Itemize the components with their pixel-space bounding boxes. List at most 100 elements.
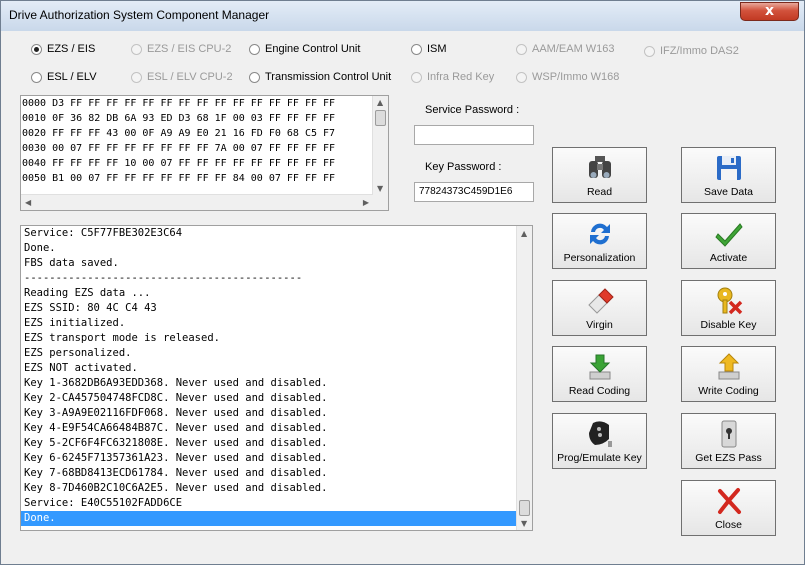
personalization-button-label: Personalization — [563, 252, 636, 264]
radio-indicator — [249, 71, 260, 83]
app-window: Drive Authorization System Component Man… — [0, 0, 805, 565]
radio-indicator — [31, 43, 42, 55]
radio-label: ESL / ELV — [47, 71, 97, 83]
log-line: EZS NOT activated. — [24, 362, 138, 374]
radio-esl-elv-cpu2[interactable]: ESL / ELV CPU-2 — [131, 71, 233, 83]
radio-label: ISM — [427, 43, 447, 55]
disable-key-button[interactable]: Disable Key — [681, 280, 776, 336]
title-bar[interactable]: Drive Authorization System Component Man… — [1, 1, 804, 31]
hex-line: 0030 00 07 FF FF FF FF FF FF FF 7A 00 07… — [22, 143, 336, 154]
radio-indicator — [249, 43, 260, 55]
read-coding-button[interactable]: Read Coding — [552, 346, 647, 402]
log-line: Key 8-7D460B2C10C6A2E5. Never used and d… — [24, 482, 328, 494]
hex-vertical-scrollbar[interactable]: ▲ ▼ — [372, 96, 388, 195]
log-line: Service: E40C55102FADD6CE — [24, 497, 183, 509]
window-close-button[interactable]: x — [740, 2, 799, 21]
radio-engine-control-unit[interactable]: Engine Control Unit — [249, 43, 360, 55]
radio-label: IFZ/Immo DAS2 — [660, 45, 739, 57]
log-line: Key 6-6245F71357361A23. Never used and d… — [24, 452, 328, 464]
upload-arrow-icon — [718, 353, 739, 380]
sync-arrows-icon — [589, 223, 610, 245]
scroll-down-icon[interactable]: ▼ — [377, 184, 383, 193]
hex-line: 0020 FF FF FF 43 00 0F A9 A9 E0 21 16 FD… — [22, 128, 336, 139]
radio-indicator — [131, 43, 142, 55]
disable-key-button-label: Disable Key — [700, 319, 757, 331]
hex-line: 0040 FF FF FF FF 10 00 07 FF FF FF FF FF… — [22, 158, 336, 169]
read-coding-button-label: Read Coding — [568, 385, 631, 397]
close-x-icon — [717, 488, 741, 514]
close-button[interactable]: Close — [681, 480, 776, 536]
radio-aam-eam-w163[interactable]: AAM/EAM W163 — [516, 43, 615, 55]
radio-esl-elv[interactable]: ESL / ELV — [31, 71, 97, 83]
key-disable-icon — [717, 287, 742, 315]
scroll-thumb[interactable] — [375, 110, 386, 126]
write-coding-button[interactable]: Write Coding — [681, 346, 776, 402]
radio-indicator — [516, 71, 527, 83]
scroll-left-icon[interactable]: ◀ — [25, 198, 31, 207]
scroll-down-icon[interactable]: ▼ — [521, 519, 527, 528]
eraser-icon — [587, 288, 614, 314]
log-line-selected[interactable]: Done. — [21, 511, 518, 526]
virgin-button-label: Virgin — [586, 319, 613, 331]
scroll-up-icon[interactable]: ▲ — [377, 98, 383, 107]
key-password-label: Key Password : — [425, 161, 502, 173]
log-output[interactable]: Service: C5F77FBE302E3C64 Done. FBS data… — [20, 225, 533, 531]
radio-wsp-immo-w168[interactable]: WSP/Immo W168 — [516, 71, 619, 83]
read-button[interactable]: Read — [552, 147, 647, 203]
scroll-thumb[interactable] — [519, 500, 530, 516]
radio-ism[interactable]: ISM — [411, 43, 447, 55]
get-ezs-pass-button[interactable]: Get EZS Pass — [681, 413, 776, 469]
virgin-button[interactable]: Virgin — [552, 280, 647, 336]
radio-indicator — [411, 71, 422, 83]
service-password-label: Service Password : — [425, 104, 520, 116]
hex-line: 0010 0F 36 82 DB 6A 93 ED D3 68 1F 00 03… — [22, 113, 336, 124]
log-line: Key 5-2CF6F4FC6321808E. Never used and d… — [24, 437, 328, 449]
write-coding-button-label: Write Coding — [698, 385, 759, 397]
log-line: Done. — [24, 242, 56, 254]
radio-indicator — [411, 43, 422, 55]
radio-indicator — [131, 71, 142, 83]
personalization-button[interactable]: Personalization — [552, 213, 647, 269]
activate-button[interactable]: Activate — [681, 213, 776, 269]
hex-line: 0050 B1 00 07 FF FF FF FF FF FF FF 84 00… — [22, 173, 336, 184]
log-line: Key 2-CA457504748FCD8C. Never used and d… — [24, 392, 328, 404]
service-password-field[interactable] — [414, 125, 534, 145]
car-key-fob-icon — [588, 421, 612, 447]
radio-label: Transmission Control Unit — [265, 71, 392, 83]
checkmark-icon — [714, 223, 743, 247]
floppy-disk-icon — [716, 156, 741, 180]
log-line: EZS transport mode is released. — [24, 332, 220, 344]
hex-dump-view[interactable]: 0000 D3 FF FF FF FF FF FF FF FF FF FF FF… — [20, 95, 389, 211]
window-title: Drive Authorization System Component Man… — [9, 8, 270, 22]
read-button-label: Read — [586, 186, 613, 198]
radio-label: EZS / EIS CPU-2 — [147, 43, 232, 55]
log-line: Key 1-3682DB6A93EDD368. Never used and d… — [24, 377, 328, 389]
get-ezs-pass-button-label: Get EZS Pass — [695, 452, 762, 464]
radio-label: WSP/Immo W168 — [532, 71, 620, 83]
ezs-lock-icon — [721, 420, 736, 448]
scroll-right-icon[interactable]: ▶ — [363, 198, 369, 207]
log-line: FBS data saved. — [24, 257, 119, 269]
hex-dump-lines: 0000 D3 FF FF FF FF FF FF FF FF FF FF FF… — [21, 96, 335, 186]
radio-ezs-eis[interactable]: EZS / EIS — [31, 43, 95, 55]
save-data-button[interactable]: Save Data — [681, 147, 776, 203]
prog-emulate-key-button[interactable]: Prog/Emulate Key — [552, 413, 647, 469]
log-line: Service: C5F77FBE302E3C64 — [24, 227, 183, 239]
radio-infra-red-key[interactable]: Infra Red Key — [411, 71, 494, 83]
radio-indicator — [644, 45, 655, 57]
hex-horizontal-scrollbar[interactable]: ◀ ▶ — [21, 194, 373, 210]
save-data-button-label: Save Data — [703, 186, 754, 198]
log-line: EZS personalized. — [24, 347, 132, 359]
scroll-up-icon[interactable]: ▲ — [521, 229, 527, 238]
radio-transmission-control-unit[interactable]: Transmission Control Unit — [249, 71, 391, 83]
radio-label: EZS / EIS — [47, 43, 96, 55]
radio-ifz-immo-das2[interactable]: IFZ/Immo DAS2 — [644, 45, 739, 57]
log-line: Key 7-68BD8413ECD61784. Never used and d… — [24, 467, 328, 479]
radio-label: Engine Control Unit — [265, 43, 361, 55]
key-password-field[interactable]: 77824373C459D1E6 — [414, 182, 534, 202]
log-line: ----------------------------------------… — [24, 272, 303, 284]
log-vertical-scrollbar[interactable]: ▲ ▼ — [516, 226, 532, 530]
radio-ezs-eis-cpu2[interactable]: EZS / EIS CPU-2 — [131, 43, 231, 55]
radio-indicator — [31, 71, 42, 83]
radio-label: AAM/EAM W163 — [532, 43, 615, 55]
